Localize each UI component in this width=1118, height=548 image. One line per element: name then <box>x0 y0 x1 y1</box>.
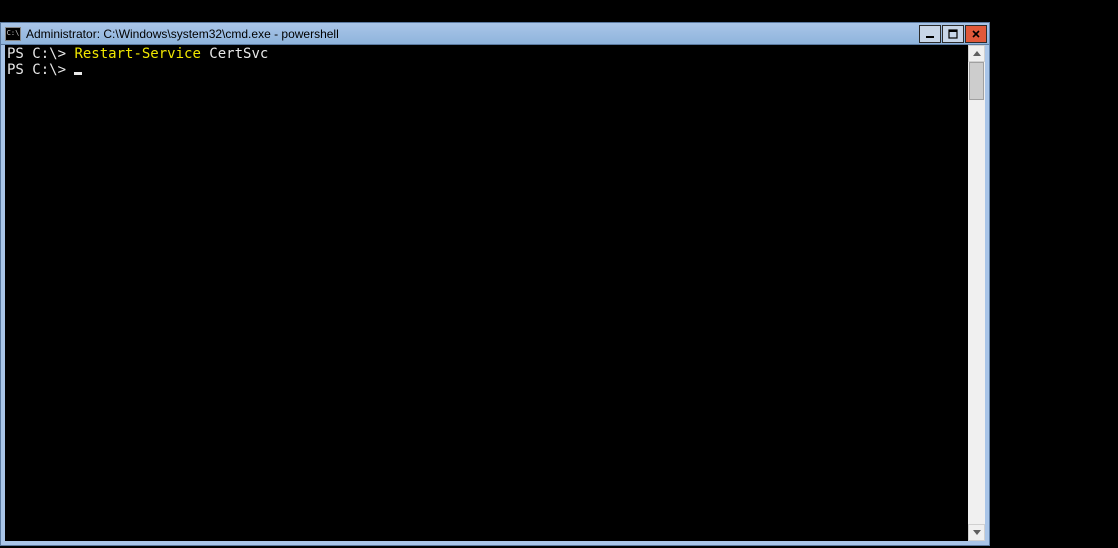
terminal-line: PS C:\> <box>7 62 966 78</box>
scroll-down-button[interactable] <box>968 524 985 541</box>
minimize-button[interactable] <box>919 25 941 43</box>
window-title: Administrator: C:\Windows\system32\cmd.e… <box>26 27 919 41</box>
cmd-icon: C:\ <box>5 27 21 41</box>
command-arg: CertSvc <box>201 46 268 62</box>
window-body: PS C:\> Restart-Service CertSvcPS C:\> <box>1 45 989 545</box>
prompt: PS C:\> <box>7 46 74 62</box>
cmd-window: C:\ Administrator: C:\Windows\system32\c… <box>0 22 990 546</box>
scroll-up-button[interactable] <box>968 45 985 62</box>
command-name: Restart-Service <box>74 46 200 62</box>
window-controls <box>919 25 987 43</box>
titlebar[interactable]: C:\ Administrator: C:\Windows\system32\c… <box>1 23 989 45</box>
scroll-track[interactable] <box>968 62 985 524</box>
cursor <box>74 72 82 75</box>
maximize-button[interactable] <box>942 25 964 43</box>
scroll-thumb[interactable] <box>969 62 984 100</box>
terminal-line: PS C:\> Restart-Service CertSvc <box>7 46 966 62</box>
terminal-area[interactable]: PS C:\> Restart-Service CertSvcPS C:\> <box>5 45 968 541</box>
close-button[interactable] <box>965 25 987 43</box>
prompt: PS C:\> <box>7 62 74 78</box>
vertical-scrollbar[interactable] <box>968 45 985 541</box>
